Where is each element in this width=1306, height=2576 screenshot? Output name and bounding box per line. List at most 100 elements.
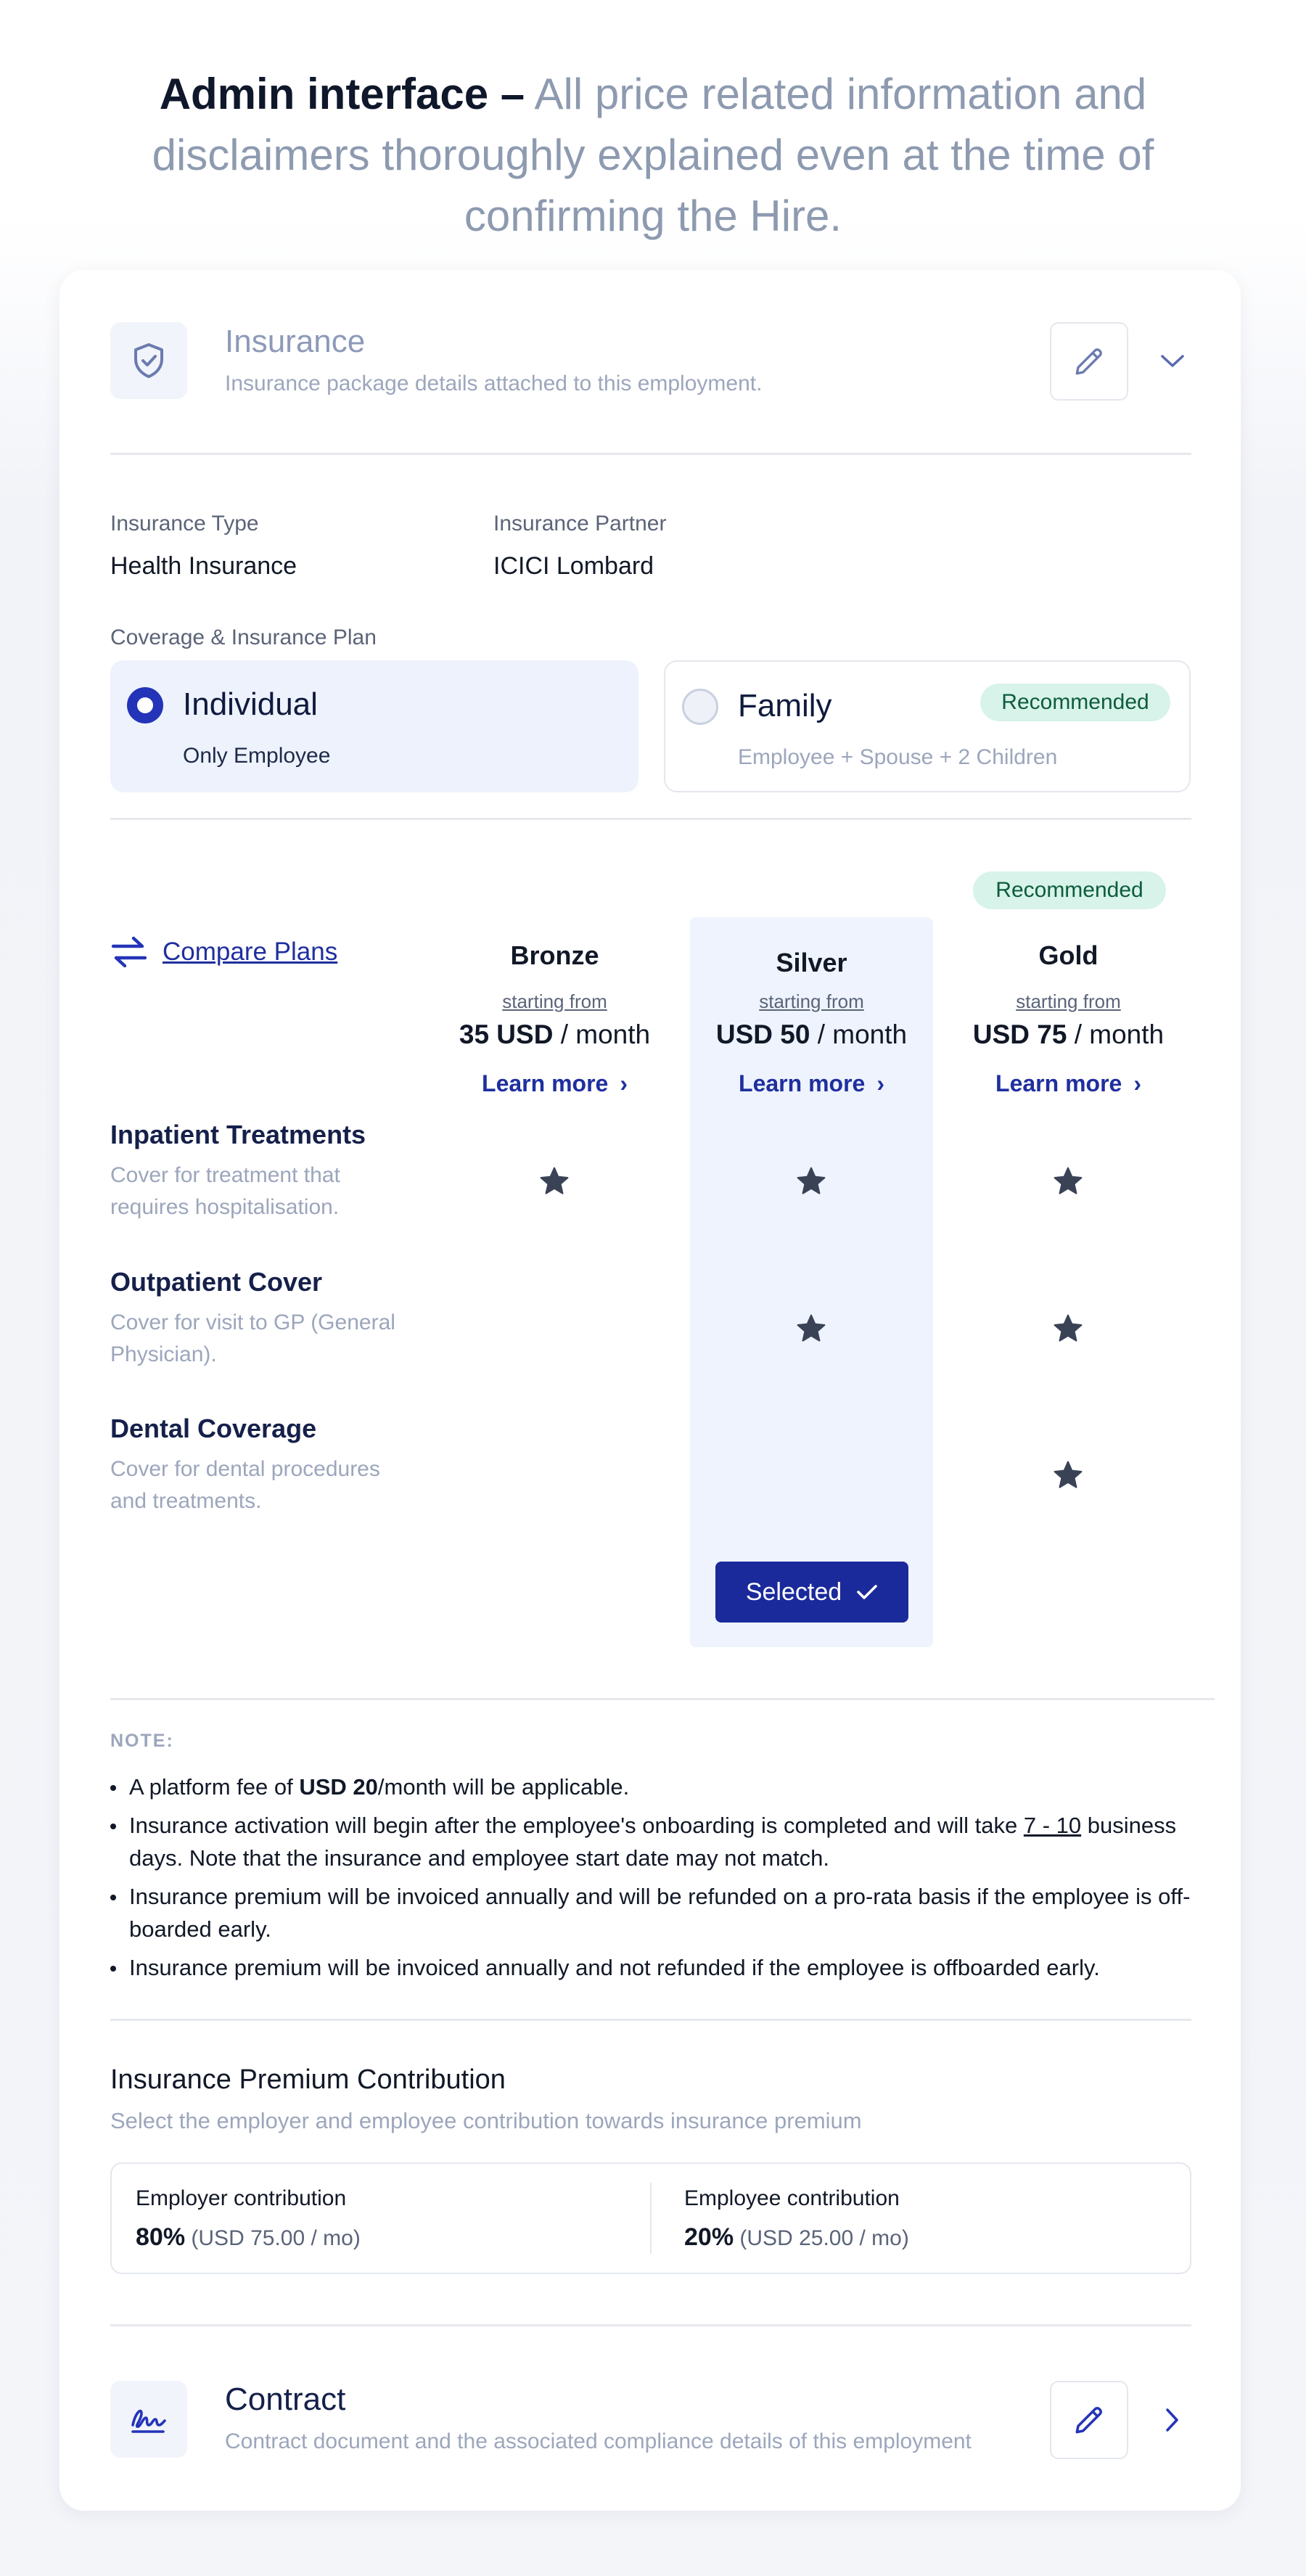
selected-button[interactable]: Selected [715, 1562, 908, 1623]
insurance-collapse-chevron-icon[interactable] [1157, 345, 1188, 377]
contract-title: Contract [225, 2382, 346, 2417]
star-icon [795, 1313, 827, 1345]
check-icon [857, 1585, 877, 1599]
note-text: A platform fee of [129, 1774, 300, 1800]
pencil-icon [1075, 2407, 1102, 2434]
chevron-right-icon: › [876, 1070, 884, 1096]
plan-price-gold: USD 75 / month [947, 1020, 1190, 1050]
plan-name-gold: Gold [1038, 940, 1098, 970]
selected-label[interactable]: Selected [746, 1578, 842, 1607]
note-text: Insurance activation will begin after th… [129, 1813, 1024, 1838]
option-subtitle: Only Employee [183, 744, 331, 768]
divider [110, 453, 1191, 455]
feature-title-dental: Dental Coverage [110, 1414, 317, 1443]
insurance-partner-label: Insurance Partner [493, 512, 667, 536]
price-value: 35 USD [459, 1020, 554, 1049]
compare-plans-link[interactable]: Compare Plans [110, 936, 337, 968]
option-title: Individual [183, 686, 318, 722]
insurance-partner-value: ICICI Lombard [493, 552, 654, 580]
radio-unselected[interactable] [682, 689, 718, 725]
plan-starting-gold: starting from [1016, 990, 1121, 1012]
note-text: Insurance premium will be invoiced annua… [129, 1884, 1191, 1942]
plan-name-bronze: Bronze [510, 940, 599, 970]
coverage-option-family[interactable]: Family Employee + Spouse + 2 Children Re… [664, 660, 1191, 792]
insurance-type-label: Insurance Type [110, 512, 259, 536]
plan-starting-bronze: starting from [502, 990, 607, 1012]
insurance-edit-button[interactable] [1050, 322, 1128, 401]
option-title: Family [738, 688, 832, 723]
insurance-title: Insurance [225, 324, 366, 359]
employer-pct: 80% [136, 2223, 186, 2251]
contribution-title: Insurance Premium Contribution [110, 2064, 506, 2095]
chevron-right-icon: › [620, 1070, 628, 1096]
feature-title-outpatient: Outpatient Cover [110, 1267, 323, 1297]
pencil-icon [1075, 348, 1102, 375]
divider [110, 2019, 1191, 2021]
employee-contribution-value[interactable]: 20% (USD 25.00 / mo) [684, 2223, 909, 2252]
insurance-type-value: Health Insurance [110, 552, 297, 580]
employer-amount: (USD 75.00 / mo) [191, 2226, 361, 2250]
note-item: A platform fee of USD 20/month will be a… [110, 1771, 1191, 1803]
contract-expand-chevron-icon[interactable] [1157, 2404, 1188, 2436]
note-days: 7 - 10 [1023, 1813, 1082, 1838]
note-text: /month will be applicable. [377, 1774, 630, 1800]
signature-icon [110, 2381, 187, 2458]
star-icon [1052, 1459, 1084, 1491]
recommended-badge: Recommended [980, 684, 1170, 721]
note-item: Insurance premium will be invoiced annua… [110, 1880, 1191, 1945]
note-heading: NOTE: [110, 1731, 174, 1751]
feature-desc-dental: Cover for dental procedures and treatmen… [110, 1457, 380, 1513]
star-icon [1052, 1313, 1084, 1345]
coverage-option-individual[interactable]: Individual Only Employee [110, 660, 638, 792]
divider [110, 2324, 1191, 2326]
star-icon [538, 1165, 570, 1197]
feature-desc-outpatient: Cover for visit to GP (General Physician… [110, 1310, 395, 1366]
note-list: A platform fee of USD 20/month will be a… [110, 1771, 1191, 1990]
employer-contribution-label: Employer contribution [136, 2186, 347, 2210]
employee-pct: 20% [684, 2223, 734, 2251]
learn-more-label[interactable]: Learn more [995, 1070, 1122, 1096]
learn-more-silver[interactable]: Learn more › [690, 1070, 933, 1097]
learn-more-gold[interactable]: Learn more › [947, 1070, 1190, 1097]
feature-title-inpatient: Inpatient Treatments [110, 1120, 366, 1149]
learn-more-bronze[interactable]: Learn more › [433, 1070, 676, 1097]
coverage-label: Coverage & Insurance Plan [110, 625, 377, 649]
insurance-subtitle: Insurance package details attached to th… [225, 372, 763, 395]
employer-contribution-value[interactable]: 80% (USD 75.00 / mo) [136, 2223, 361, 2252]
employee-contribution-label: Employee contribution [684, 2186, 900, 2210]
contribution-subtitle: Select the employer and employee contrib… [110, 2108, 862, 2133]
option-subtitle: Employee + Spouse + 2 Children [738, 745, 1058, 769]
shield-check-icon [110, 322, 187, 399]
employee-amount: (USD 25.00 / mo) [739, 2226, 909, 2250]
page-headline: Admin interface – All price related info… [109, 64, 1197, 247]
star-icon [1052, 1165, 1084, 1197]
contribution-divider [650, 2183, 652, 2254]
divider [110, 1698, 1215, 1700]
compare-plans-label[interactable]: Compare Plans [163, 938, 337, 967]
note-text: Insurance premium will be invoiced annua… [129, 1955, 1100, 1980]
feature-desc-inpatient: Cover for treatment that requires hospit… [110, 1163, 340, 1219]
learn-more-label[interactable]: Learn more [739, 1070, 865, 1096]
note-item: Insurance premium will be invoiced annua… [110, 1951, 1191, 1984]
star-icon [795, 1165, 827, 1197]
note-item: Insurance activation will begin after th… [110, 1809, 1191, 1874]
price-period: / month [553, 1020, 651, 1049]
plan-name-silver: Silver [776, 948, 847, 977]
swap-arrows-icon [111, 936, 147, 968]
headline-bold: Admin interface – [159, 70, 525, 118]
plan-starting-silver: starting from [759, 990, 864, 1012]
gold-recommended-badge: Recommended [973, 871, 1166, 909]
price-value: USD 50 [715, 1020, 810, 1049]
plan-price-bronze: 35 USD / month [433, 1020, 676, 1050]
note-fee: USD 20 [299, 1774, 378, 1800]
price-period: / month [810, 1020, 908, 1049]
contract-edit-button[interactable] [1050, 2381, 1128, 2459]
radio-selected[interactable] [127, 687, 163, 723]
divider [110, 818, 1191, 820]
plan-price-silver: USD 50 / month [690, 1020, 933, 1050]
learn-more-label[interactable]: Learn more [482, 1070, 608, 1096]
price-period: / month [1067, 1020, 1165, 1049]
contract-subtitle: Contract document and the associated com… [225, 2429, 972, 2453]
chevron-right-icon: › [1133, 1070, 1141, 1096]
price-value: USD 75 [972, 1020, 1067, 1049]
